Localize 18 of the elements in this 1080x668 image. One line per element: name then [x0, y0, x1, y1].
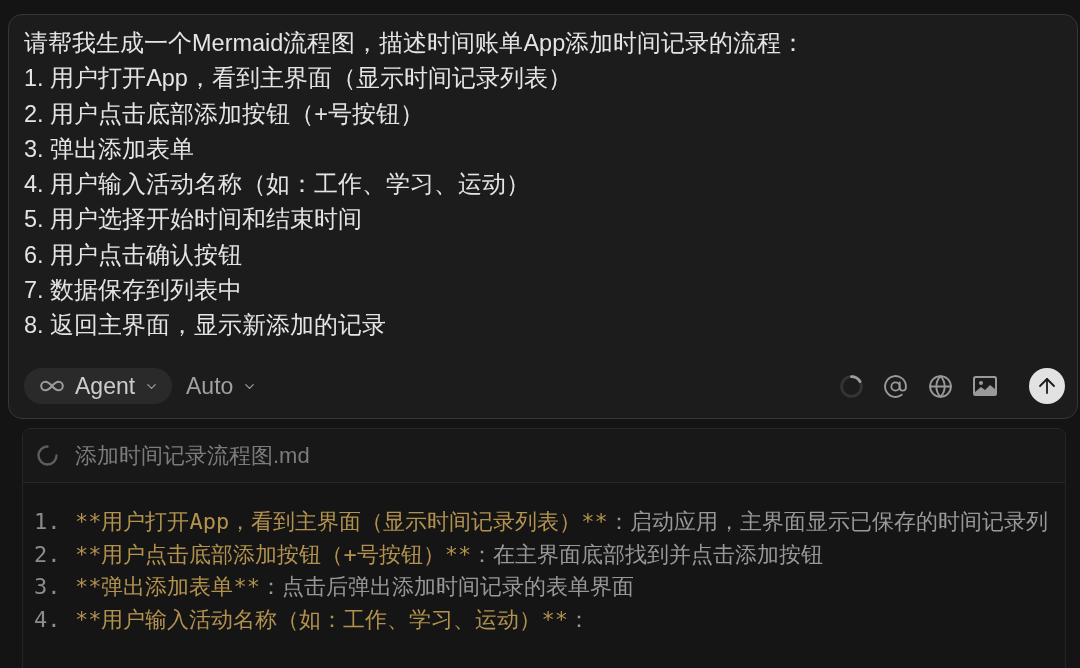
line-number: 1. — [33, 508, 62, 537]
agent-mode-button[interactable]: Agent — [24, 368, 172, 405]
image-icon[interactable] — [973, 376, 997, 397]
mention-icon[interactable] — [883, 373, 908, 399]
file-name: 添加时间记录流程图.md — [75, 442, 310, 471]
globe-icon[interactable] — [928, 373, 953, 399]
loading-spinner-icon — [840, 374, 863, 398]
code-line: **用户打开App，看到主界面（显示时间记录列表）**：启动应用，主界面显示已保存的时间记录列 — [75, 508, 1048, 537]
code-line: **弹出添加表单**：点击后弹出添加时间记录的表单界面 — [75, 573, 634, 602]
code-line: **用户点击底部添加按钮（+号按钮）**：在主界面底部找到并点击添加按钮 — [75, 540, 824, 569]
line-number: 2. — [33, 540, 62, 569]
model-select-button[interactable]: Auto — [186, 368, 258, 405]
line-number: 3. — [33, 573, 62, 602]
code-line: **用户输入活动名称（如：工作、学习、运动）**： — [75, 605, 590, 634]
prompt-input[interactable]: 请帮我生成一个Mermaid流程图，描述时间账单App添加时间记录的流程： 1. 用户打开App，看到主界面（显示时间记录列表） 2. 用户点击底部添加按钮（+号按钮） 3. 弹出添加表单 4. 用户输入活动名称（如：工作、学习、运动） 5. 用户选择开始时间和结束时间 6. 用户点击确认按钮 7. 数据保存到列表中 8. 返回主界面，显示新添加的记录 — [24, 26, 1065, 344]
send-button[interactable] — [1029, 368, 1065, 405]
line-number: 4. — [33, 605, 62, 634]
loading-spinner-icon — [37, 445, 58, 467]
